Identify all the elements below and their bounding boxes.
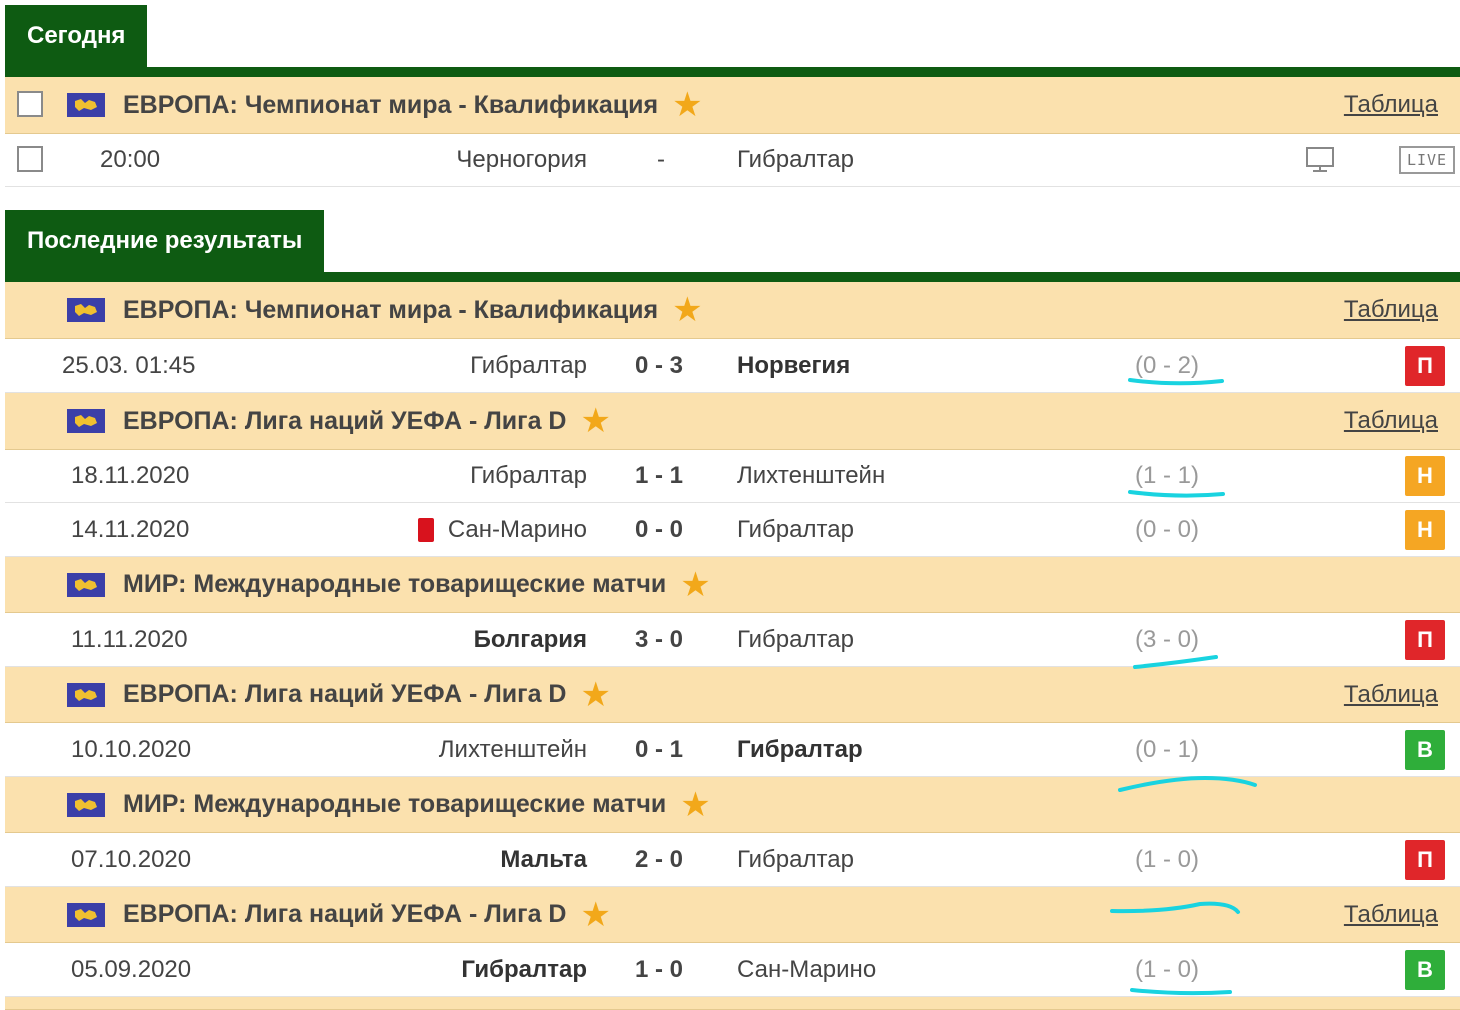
result-badge-draw: Н <box>1405 456 1445 496</box>
match-row[interactable]: 05.09.2020 Гибралтар 1 - 0 Сан-Марино (1… <box>5 943 1460 997</box>
table-link[interactable]: Таблица <box>1344 887 1438 942</box>
league-row: ЕВРОПА: Лига наций УЕФА - Лига D ★ Таблиц… <box>5 667 1460 723</box>
home-team: Гибралтар <box>470 351 587 379</box>
away-team: Норвегия <box>737 351 851 379</box>
star-icon[interactable]: ★ <box>672 293 702 327</box>
today-league-row: ЕВРОПА: Чемпионат мира - Квалификация ★ Т… <box>5 77 1460 134</box>
table-link[interactable]: Таблица <box>1344 77 1438 133</box>
league-name[interactable]: ЕВРОПА: Чемпионат мира - Квалификация ★ <box>123 77 703 133</box>
match-date: 07.10.2020 <box>71 845 192 873</box>
match-score: 1 - 1 <box>635 462 684 489</box>
table-link[interactable]: Таблица <box>1344 282 1438 338</box>
result-badge-draw: Н <box>1405 509 1445 550</box>
match-row[interactable]: 14.11.2020 Сан-Марино 0 - 0 Гибралтар (0… <box>5 503 1460 557</box>
halftime-score: (0 - 0) <box>1135 515 1200 543</box>
home-team: Мальта <box>500 845 587 873</box>
star-icon[interactable]: ★ <box>680 788 710 822</box>
halftime-score: (1 - 1) <box>1135 462 1200 489</box>
league-row: ЕВРОПА: Чемпионат мира - Квалификация ★ Т… <box>5 282 1460 339</box>
match-score: 0 - 1 <box>635 735 684 763</box>
world-flag-icon <box>67 572 105 597</box>
home-team: Болгария <box>473 625 587 653</box>
result-badge-loss: П <box>1405 345 1445 386</box>
league-name[interactable]: ЕВРОПА: Чемпионат мира - Квалификация ★ <box>123 282 703 338</box>
red-card-icon <box>417 517 434 542</box>
away-team: Гибралтар <box>737 146 854 173</box>
home-team: Сан-Марино <box>417 503 587 556</box>
result-badge-loss: П <box>1405 839 1445 880</box>
world-flag-icon <box>67 792 105 817</box>
match-checkbox[interactable] <box>17 146 43 172</box>
match-row[interactable]: 25.03. 01:45 Гибралтар 0 - 3 Норвегия (0… <box>5 339 1460 393</box>
away-team: Гибралтар <box>737 625 854 653</box>
league-name[interactable]: ЕВРОПА: Лига наций УЕФА - Лига D ★ <box>123 393 611 449</box>
league-name[interactable]: МИР: Международные товарищеские матчи ★ <box>123 777 711 832</box>
score-separator: - <box>657 146 665 173</box>
result-badge-loss: П <box>1405 619 1445 660</box>
match-row[interactable]: 07.10.2020 Мальта 2 - 0 Гибралтар (1 - 0… <box>5 833 1460 887</box>
result-badge-win: В <box>1405 949 1445 990</box>
home-team: Черногория <box>456 146 587 173</box>
match-date: 14.11.2020 <box>71 515 190 543</box>
away-team: Гибралтар <box>737 735 863 763</box>
league-row: ЕВРОПА: Лига наций УЕФА - Лига D ★ Таблиц… <box>5 393 1460 450</box>
europe-flag-icon <box>67 93 105 117</box>
result-badge-win: В <box>1405 729 1445 770</box>
table-link[interactable]: Таблица <box>1344 667 1438 722</box>
match-row[interactable]: 18.11.2020 Гибралтар 1 - 1 Лихтенштейн (… <box>5 450 1460 503</box>
today-section-bar <box>5 67 1460 77</box>
match-score: 0 - 3 <box>635 351 684 379</box>
match-row[interactable]: 11.11.2020 Болгария 3 - 0 Гибралтар (3 -… <box>5 613 1460 667</box>
league-name[interactable]: МИР: Международные товарищеские матчи ★ <box>123 557 711 612</box>
away-team: Гибралтар <box>737 515 854 543</box>
next-league-row-partial <box>5 997 1460 1010</box>
halftime-score: (0 - 2) <box>1135 351 1200 379</box>
match-score: 1 - 0 <box>635 955 684 983</box>
results-section-bar <box>5 272 1460 282</box>
away-team: Лихтенштейн <box>737 462 886 489</box>
match-score: 2 - 0 <box>635 845 684 873</box>
home-team: Лихтенштейн <box>438 735 587 763</box>
halftime-score: (1 - 0) <box>1135 955 1200 983</box>
halftime-score: (0 - 1) <box>1135 735 1200 763</box>
star-icon[interactable]: ★ <box>680 568 710 602</box>
league-row: МИР: Международные товарищеские матчи ★ <box>5 777 1460 833</box>
halftime-score: (1 - 0) <box>1135 845 1200 873</box>
match-time: 20:00 <box>100 146 161 173</box>
table-link[interactable]: Таблица <box>1344 393 1438 449</box>
match-date: 11.11.2020 <box>71 625 188 653</box>
match-date: 10.10.2020 <box>71 735 192 763</box>
match-date: 05.09.2020 <box>71 955 192 983</box>
league-name[interactable]: ЕВРОПА: Лига наций УЕФА - Лига D ★ <box>123 887 611 942</box>
league-row: МИР: Международные товарищеские матчи ★ <box>5 557 1460 613</box>
tv-icon[interactable] <box>1305 146 1335 174</box>
europe-flag-icon <box>67 409 105 433</box>
match-date: 18.11.2020 <box>71 462 190 489</box>
halftime-score: (3 - 0) <box>1135 625 1200 653</box>
europe-flag-icon <box>67 682 105 707</box>
match-date: 25.03. 01:45 <box>62 351 196 379</box>
league-checkbox[interactable] <box>17 91 43 117</box>
today-match-row[interactable]: 20:00 Черногория - Гибралтар LIVE <box>5 134 1460 187</box>
results-section-tab[interactable]: Последние результаты <box>5 210 325 272</box>
league-name[interactable]: ЕВРОПА: Лига наций УЕФА - Лига D ★ <box>123 667 611 722</box>
away-team: Гибралтар <box>737 845 854 873</box>
europe-flag-icon <box>67 298 105 322</box>
home-team: Гибралтар <box>461 955 587 983</box>
match-score: 0 - 0 <box>635 515 684 543</box>
league-row: ЕВРОПА: Лига наций УЕФА - Лига D ★ Таблиц… <box>5 887 1460 943</box>
match-row[interactable]: 10.10.2020 Лихтенштейн 0 - 1 Гибралтар (… <box>5 723 1460 777</box>
star-icon[interactable]: ★ <box>580 404 610 438</box>
live-icon[interactable]: LIVE <box>1399 146 1455 174</box>
star-icon[interactable]: ★ <box>580 678 610 712</box>
away-team: Сан-Марино <box>737 955 877 983</box>
star-icon[interactable]: ★ <box>580 898 610 932</box>
today-section-tab[interactable]: Сегодня <box>5 5 148 67</box>
home-team: Гибралтар <box>470 462 587 489</box>
star-icon[interactable]: ★ <box>672 88 702 122</box>
match-score: 3 - 0 <box>635 625 684 653</box>
europe-flag-icon <box>67 902 105 927</box>
